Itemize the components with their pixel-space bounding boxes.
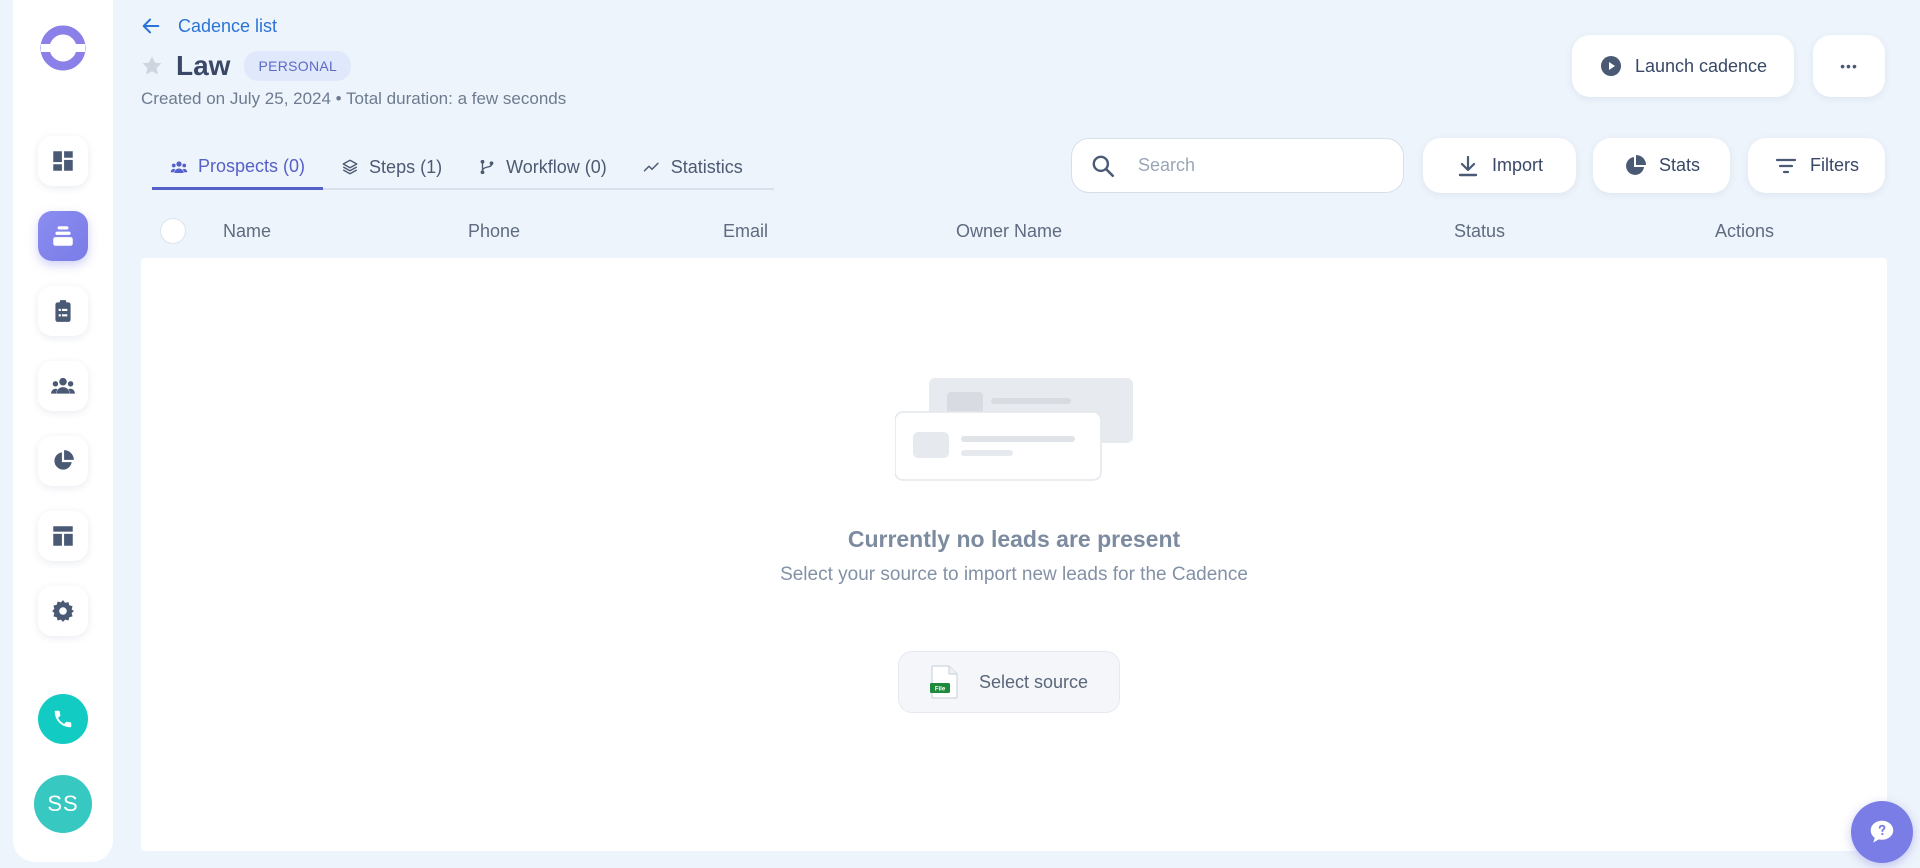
search-icon	[1092, 155, 1115, 177]
sidebar-item-people[interactable]	[38, 361, 88, 411]
dashboard-icon	[53, 151, 73, 171]
search-box	[1071, 138, 1404, 193]
tab-bar: Prospects (0) Steps (1) Workflow (0) Sta…	[152, 146, 774, 190]
table-body-empty: Currently no leads are present Select yo…	[141, 258, 1887, 851]
empty-list-illustration	[895, 378, 1133, 481]
filters-label: Filters	[1810, 155, 1859, 175]
sidebar-item-reports[interactable]	[38, 436, 88, 486]
stats-label: Stats	[1658, 155, 1701, 175]
select-all-checkbox[interactable]	[160, 218, 186, 244]
tab-workflow-label: Workflow (0)	[506, 156, 607, 177]
star-icon[interactable]	[140, 54, 164, 78]
table-header: Name Phone Email Owner Name Status Actio…	[141, 210, 1887, 254]
tab-statistics-label: Statistics	[670, 156, 743, 177]
filter-lines-icon	[1775, 158, 1797, 173]
page-title: Law	[176, 50, 231, 81]
more-options-icon: •••	[1840, 58, 1858, 74]
more-options-button[interactable]: •••	[1813, 35, 1885, 97]
column-header-name[interactable]: Name	[223, 221, 271, 242]
file-icon: File	[930, 665, 958, 699]
chat-help-icon	[1870, 820, 1894, 843]
column-header-owner-name[interactable]: Owner Name	[956, 221, 1062, 242]
launch-cadence-button[interactable]: Launch cadence	[1572, 35, 1794, 97]
sidebar-item-tasks[interactable]	[38, 286, 88, 336]
sidebar-item-templates[interactable]	[38, 511, 88, 561]
title-row: Law PERSONAL	[140, 50, 352, 82]
empty-state-subtitle: Select your source to import new leads f…	[780, 564, 1248, 585]
workflow-icon	[480, 159, 494, 175]
download-icon	[1458, 155, 1478, 176]
layout-icon	[53, 526, 73, 546]
column-header-phone[interactable]: Phone	[468, 221, 520, 242]
import-label: Import	[1491, 155, 1543, 175]
import-button[interactable]: Import	[1423, 138, 1576, 193]
stack-icon	[53, 226, 73, 246]
tab-prospects[interactable]: Prospects (0)	[152, 146, 324, 190]
arrow-left-icon	[142, 18, 160, 34]
sidebar-item-settings[interactable]	[38, 586, 88, 636]
column-header-status[interactable]: Status	[1454, 221, 1505, 242]
tab-workflow[interactable]: Workflow (0)	[460, 146, 625, 188]
play-circle-icon	[1600, 56, 1621, 76]
tab-steps[interactable]: Steps (1)	[323, 146, 460, 188]
cadence-meta: Created on July 25, 2024 • Total duratio…	[141, 89, 567, 108]
call-button[interactable]	[38, 694, 88, 744]
avatar[interactable]: SS	[34, 775, 92, 833]
sidebar: SS	[13, 0, 113, 862]
pie-chart-icon	[1626, 154, 1646, 175]
stats-button[interactable]: Stats	[1593, 138, 1730, 193]
filters-button[interactable]: Filters	[1748, 138, 1885, 193]
gear-icon	[52, 600, 74, 622]
select-source-label: Select source	[979, 671, 1089, 692]
type-badge: PERSONAL	[244, 51, 352, 81]
people-icon	[51, 377, 75, 394]
clipboard-icon	[55, 300, 71, 322]
file-icon-label: File	[935, 687, 946, 693]
app-logo-icon[interactable]	[39, 24, 87, 72]
column-header-email[interactable]: Email	[723, 221, 768, 242]
tab-prospects-label: Prospects (0)	[198, 156, 306, 176]
column-header-actions[interactable]: Actions	[1715, 221, 1774, 242]
select-source-button[interactable]: File Select source	[898, 651, 1120, 713]
tab-steps-label: Steps (1)	[369, 156, 443, 177]
tab-statistics[interactable]: Statistics	[625, 146, 761, 188]
pie-chart-icon	[54, 450, 74, 470]
help-chat-button[interactable]	[1851, 801, 1913, 863]
phone-icon	[54, 710, 72, 728]
trend-icon	[643, 162, 659, 172]
empty-state-title: Currently no leads are present	[847, 526, 1181, 552]
layers-icon	[342, 159, 358, 175]
launch-cadence-label: Launch cadence	[1634, 55, 1768, 76]
back-link[interactable]: Cadence list	[140, 15, 277, 37]
sidebar-item-cadences[interactable]	[38, 211, 88, 261]
back-link-label: Cadence list	[178, 15, 278, 36]
people-icon	[170, 160, 188, 173]
search-input[interactable]	[1138, 155, 1378, 176]
sidebar-item-dashboard[interactable]	[38, 136, 88, 186]
